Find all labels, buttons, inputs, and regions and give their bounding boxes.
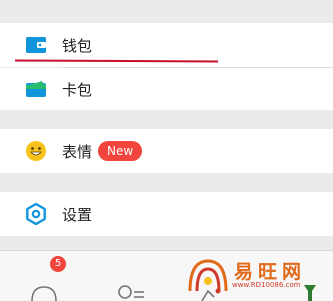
settings-label: 设置 [62, 205, 93, 224]
emoji-icon [25, 140, 47, 162]
watermark-logo-icon [188, 259, 228, 292]
unread-count-badge: 5 [50, 256, 66, 272]
stickers-label: 表情 [62, 142, 93, 161]
contacts-tab-icon[interactable] [116, 279, 146, 301]
wallet-label: 钱包 [62, 36, 93, 55]
watermark-url: www.RD10086.com [232, 281, 301, 289]
new-badge: New [98, 141, 143, 161]
settings-icon [25, 203, 47, 225]
menu-item-stickers[interactable]: 表情 [0, 129, 333, 173]
cards-label: 卡包 [62, 80, 93, 99]
menu-item-cards[interactable]: 卡包 [0, 68, 333, 110]
me-tab-icon[interactable] [302, 281, 318, 301]
menu-item-settings[interactable]: 设置 [0, 192, 333, 236]
watermark-name: 易旺网 [234, 261, 307, 283]
wallet-icon [25, 34, 47, 56]
chats-tab-icon[interactable] [30, 279, 58, 301]
card-pack-icon [25, 78, 47, 100]
